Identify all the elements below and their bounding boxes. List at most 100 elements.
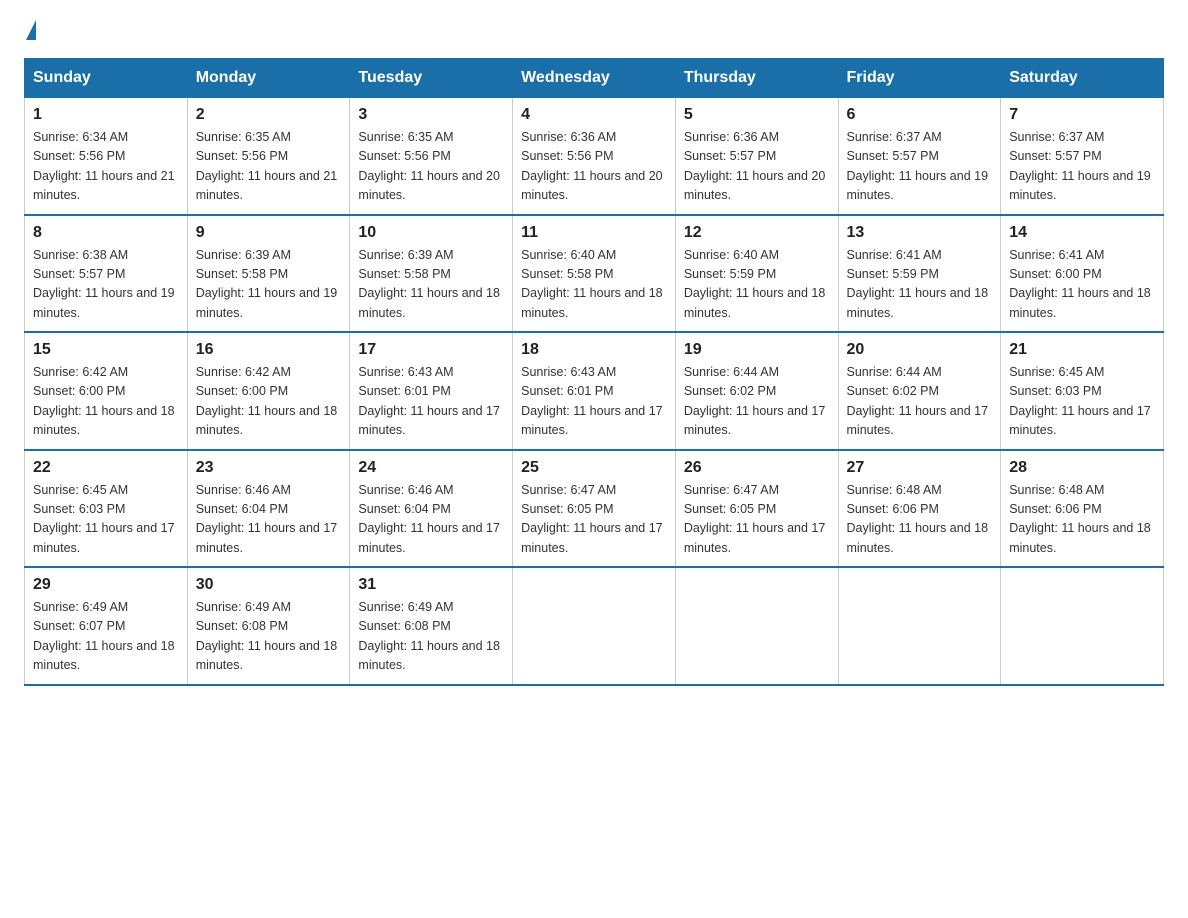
day-number: 29 (33, 576, 179, 594)
calendar-week-row: 1 Sunrise: 6:34 AMSunset: 5:56 PMDaylight… (25, 98, 1164, 215)
calendar-cell: 9 Sunrise: 6:39 AMSunset: 5:58 PMDaylight… (187, 215, 350, 333)
day-info: Sunrise: 6:39 AMSunset: 5:58 PMDaylight:… (196, 246, 342, 324)
weekday-header-friday: Friday (838, 59, 1001, 98)
day-info: Sunrise: 6:46 AMSunset: 6:04 PMDaylight:… (358, 481, 504, 559)
day-info: Sunrise: 6:47 AMSunset: 6:05 PMDaylight:… (684, 481, 830, 559)
day-info: Sunrise: 6:43 AMSunset: 6:01 PMDaylight:… (358, 363, 504, 441)
day-info: Sunrise: 6:42 AMSunset: 6:00 PMDaylight:… (33, 363, 179, 441)
day-number: 6 (847, 106, 993, 124)
calendar-table: SundayMondayTuesdayWednesdayThursdayFrid… (24, 58, 1164, 686)
day-info: Sunrise: 6:42 AMSunset: 6:00 PMDaylight:… (196, 363, 342, 441)
day-number: 7 (1009, 106, 1155, 124)
day-info: Sunrise: 6:37 AMSunset: 5:57 PMDaylight:… (1009, 128, 1155, 206)
calendar-cell: 22 Sunrise: 6:45 AMSunset: 6:03 PMDayligh… (25, 450, 188, 568)
calendar-cell: 24 Sunrise: 6:46 AMSunset: 6:04 PMDayligh… (350, 450, 513, 568)
calendar-cell: 10Sunrise: 6:39 AMSunset: 5:58 PMDayligh… (350, 215, 513, 333)
day-info: Sunrise: 6:40 AMSunset: 5:58 PMDaylight:… (521, 246, 667, 324)
day-number: 27 (847, 459, 993, 477)
day-number: 31 (358, 576, 504, 594)
calendar-cell: 5 Sunrise: 6:36 AMSunset: 5:57 PMDaylight… (675, 98, 838, 215)
day-number: 15 (33, 341, 179, 359)
day-number: 16 (196, 341, 342, 359)
calendar-cell: 31 Sunrise: 6:49 AMSunset: 6:08 PMDayligh… (350, 567, 513, 685)
calendar-cell: 20 Sunrise: 6:44 AMSunset: 6:02 PMDayligh… (838, 332, 1001, 450)
day-info: Sunrise: 6:45 AMSunset: 6:03 PMDaylight:… (1009, 363, 1155, 441)
day-info: Sunrise: 6:35 AMSunset: 5:56 PMDaylight:… (196, 128, 342, 206)
day-number: 3 (358, 106, 504, 124)
calendar-cell: 4Sunrise: 6:36 AMSunset: 5:56 PMDaylight… (513, 98, 676, 215)
day-info: Sunrise: 6:44 AMSunset: 6:02 PMDaylight:… (847, 363, 993, 441)
day-info: Sunrise: 6:45 AMSunset: 6:03 PMDaylight:… (33, 481, 179, 559)
day-info: Sunrise: 6:37 AMSunset: 5:57 PMDaylight:… (847, 128, 993, 206)
weekday-header-monday: Monday (187, 59, 350, 98)
calendar-cell: 1 Sunrise: 6:34 AMSunset: 5:56 PMDaylight… (25, 98, 188, 215)
logo-triangle-icon (26, 20, 36, 40)
day-info: Sunrise: 6:34 AMSunset: 5:56 PMDaylight:… (33, 128, 179, 206)
weekday-header-tuesday: Tuesday (350, 59, 513, 98)
day-number: 21 (1009, 341, 1155, 359)
weekday-header-sunday: Sunday (25, 59, 188, 98)
day-info: Sunrise: 6:41 AMSunset: 6:00 PMDaylight:… (1009, 246, 1155, 324)
calendar-cell: 18Sunrise: 6:43 AMSunset: 6:01 PMDayligh… (513, 332, 676, 450)
calendar-cell: 13Sunrise: 6:41 AMSunset: 5:59 PMDayligh… (838, 215, 1001, 333)
logo (24, 24, 36, 38)
calendar-cell: 7 Sunrise: 6:37 AMSunset: 5:57 PMDaylight… (1001, 98, 1164, 215)
calendar-cell: 15 Sunrise: 6:42 AMSunset: 6:00 PMDayligh… (25, 332, 188, 450)
calendar-cell: 17 Sunrise: 6:43 AMSunset: 6:01 PMDayligh… (350, 332, 513, 450)
day-number: 24 (358, 459, 504, 477)
day-number: 8 (33, 224, 179, 242)
day-info: Sunrise: 6:36 AMSunset: 5:57 PMDaylight:… (684, 128, 830, 206)
day-info: Sunrise: 6:49 AMSunset: 6:07 PMDaylight:… (33, 598, 179, 676)
day-number: 20 (847, 341, 993, 359)
calendar-cell: 6 Sunrise: 6:37 AMSunset: 5:57 PMDaylight… (838, 98, 1001, 215)
calendar-cell: 2 Sunrise: 6:35 AMSunset: 5:56 PMDaylight… (187, 98, 350, 215)
day-number: 11 (521, 224, 667, 242)
calendar-week-row: 29 Sunrise: 6:49 AMSunset: 6:07 PMDayligh… (25, 567, 1164, 685)
calendar-cell (838, 567, 1001, 685)
day-info: Sunrise: 6:46 AMSunset: 6:04 PMDaylight:… (196, 481, 342, 559)
calendar-cell (1001, 567, 1164, 685)
day-number: 2 (196, 106, 342, 124)
calendar-cell (675, 567, 838, 685)
day-number: 12 (684, 224, 830, 242)
day-number: 22 (33, 459, 179, 477)
day-info: Sunrise: 6:40 AMSunset: 5:59 PMDaylight:… (684, 246, 830, 324)
day-number: 5 (684, 106, 830, 124)
day-info: Sunrise: 6:48 AMSunset: 6:06 PMDaylight:… (847, 481, 993, 559)
calendar-week-row: 15 Sunrise: 6:42 AMSunset: 6:00 PMDayligh… (25, 332, 1164, 450)
day-number: 1 (33, 106, 179, 124)
day-number: 9 (196, 224, 342, 242)
calendar-header-row: SundayMondayTuesdayWednesdayThursdayFrid… (25, 59, 1164, 98)
calendar-week-row: 22 Sunrise: 6:45 AMSunset: 6:03 PMDayligh… (25, 450, 1164, 568)
day-info: Sunrise: 6:48 AMSunset: 6:06 PMDaylight:… (1009, 481, 1155, 559)
calendar-cell: 26 Sunrise: 6:47 AMSunset: 6:05 PMDayligh… (675, 450, 838, 568)
day-number: 19 (684, 341, 830, 359)
page-header (24, 24, 1164, 38)
weekday-header-saturday: Saturday (1001, 59, 1164, 98)
weekday-header-wednesday: Wednesday (513, 59, 676, 98)
day-info: Sunrise: 6:49 AMSunset: 6:08 PMDaylight:… (358, 598, 504, 676)
day-info: Sunrise: 6:49 AMSunset: 6:08 PMDaylight:… (196, 598, 342, 676)
day-number: 25 (521, 459, 667, 477)
day-info: Sunrise: 6:38 AMSunset: 5:57 PMDaylight:… (33, 246, 179, 324)
calendar-cell: 25Sunrise: 6:47 AMSunset: 6:05 PMDayligh… (513, 450, 676, 568)
calendar-cell: 3Sunrise: 6:35 AMSunset: 5:56 PMDaylight… (350, 98, 513, 215)
day-info: Sunrise: 6:36 AMSunset: 5:56 PMDaylight:… (521, 128, 667, 206)
calendar-cell (513, 567, 676, 685)
calendar-cell: 27 Sunrise: 6:48 AMSunset: 6:06 PMDayligh… (838, 450, 1001, 568)
day-number: 17 (358, 341, 504, 359)
calendar-cell: 21 Sunrise: 6:45 AMSunset: 6:03 PMDayligh… (1001, 332, 1164, 450)
calendar-cell: 19 Sunrise: 6:44 AMSunset: 6:02 PMDayligh… (675, 332, 838, 450)
day-number: 23 (196, 459, 342, 477)
weekday-header-thursday: Thursday (675, 59, 838, 98)
calendar-cell: 11 Sunrise: 6:40 AMSunset: 5:58 PMDayligh… (513, 215, 676, 333)
day-number: 18 (521, 341, 667, 359)
calendar-cell: 23 Sunrise: 6:46 AMSunset: 6:04 PMDayligh… (187, 450, 350, 568)
calendar-cell: 8 Sunrise: 6:38 AMSunset: 5:57 PMDaylight… (25, 215, 188, 333)
calendar-cell: 14Sunrise: 6:41 AMSunset: 6:00 PMDayligh… (1001, 215, 1164, 333)
day-info: Sunrise: 6:44 AMSunset: 6:02 PMDaylight:… (684, 363, 830, 441)
day-number: 28 (1009, 459, 1155, 477)
calendar-cell: 16 Sunrise: 6:42 AMSunset: 6:00 PMDayligh… (187, 332, 350, 450)
day-number: 26 (684, 459, 830, 477)
day-info: Sunrise: 6:39 AMSunset: 5:58 PMDaylight:… (358, 246, 504, 324)
